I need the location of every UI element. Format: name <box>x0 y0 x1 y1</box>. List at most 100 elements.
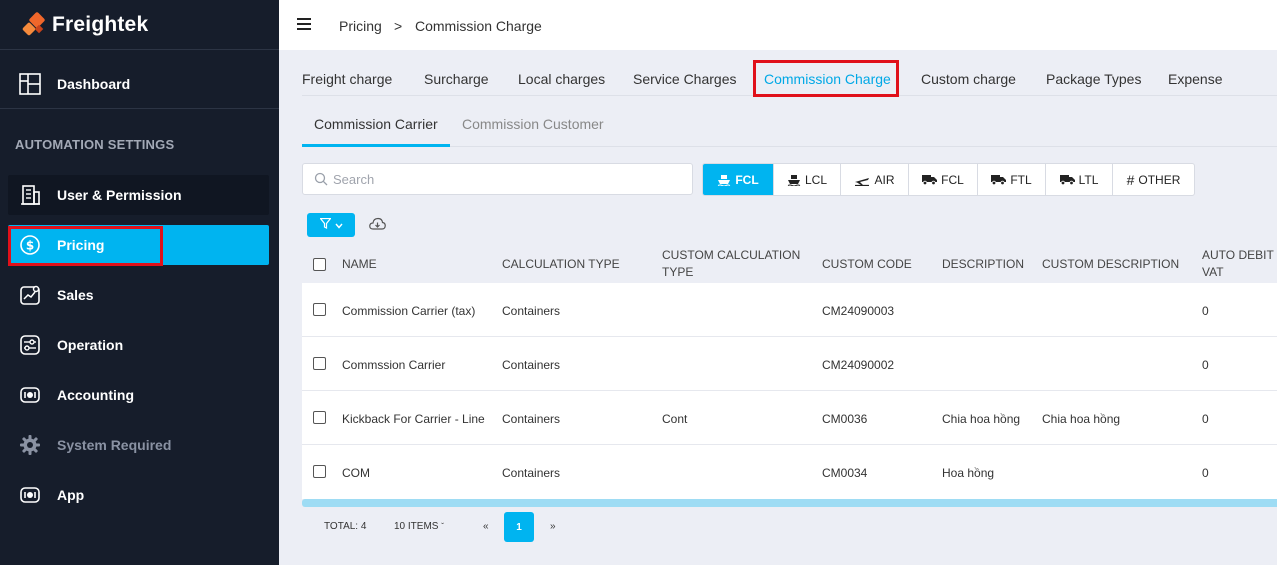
cell-description: Chia hoa hồng <box>942 412 1021 426</box>
chevron-down-icon <box>334 216 343 234</box>
ship-icon <box>717 174 731 186</box>
sidebar-item-dashboard[interactable]: Dashboard <box>8 64 269 104</box>
ship-icon <box>787 174 801 186</box>
cell-auto-debit-vat: 0 <box>1202 358 1209 372</box>
top-bar: Pricing > Commission Charge <box>279 0 1277 50</box>
breadcrumb-current: Commission Charge <box>415 18 542 34</box>
prev-page-button[interactable]: « <box>483 521 489 532</box>
row-divider <box>302 444 1277 445</box>
mode-fcl-sea[interactable]: FCL <box>703 164 774 195</box>
truck-icon <box>922 174 938 185</box>
page-button-current[interactable]: 1 <box>504 512 534 542</box>
select-all-checkbox[interactable] <box>313 258 326 271</box>
mode-air[interactable]: AIR <box>841 164 909 195</box>
column-header-custom-description[interactable]: CUSTOM DESCRIPTION <box>1042 256 1179 273</box>
cell-auto-debit-vat: 0 <box>1202 412 1209 426</box>
breadcrumb-parent[interactable]: Pricing <box>339 18 382 34</box>
tab-package-types[interactable]: Package Types <box>1046 71 1141 87</box>
cloud-download-icon[interactable] <box>369 217 386 231</box>
cell-custom-code: CM0034 <box>822 466 868 480</box>
column-header-description[interactable]: DESCRIPTION <box>942 256 1024 273</box>
sidebar-item-label: Accounting <box>57 387 134 403</box>
sidebar-item-label: Pricing <box>57 237 105 253</box>
cell-custom-code: CM24090002 <box>822 358 895 372</box>
sidebar-item-label: Sales <box>57 287 94 303</box>
row-checkbox[interactable] <box>313 303 326 316</box>
cell-custom-code: CM24090003 <box>822 304 895 318</box>
cell-name: COM <box>342 466 370 480</box>
column-header-calculation-type[interactable]: CALCULATION TYPE <box>502 256 620 273</box>
horizontal-scrollbar[interactable] <box>302 499 1277 507</box>
page-size-select[interactable]: 10 ITEMS ˇ <box>394 521 444 532</box>
filter-button[interactable] <box>307 213 355 237</box>
cell-custom-calculation-type: Cont <box>662 412 688 426</box>
sidebar-item-sales[interactable]: Sales <box>8 275 269 315</box>
cell-description: Hoa hồng <box>942 466 995 480</box>
accounting-icon <box>18 383 42 407</box>
subtab-commission-customer[interactable]: Commission Customer <box>462 116 604 132</box>
operation-icon <box>18 333 42 357</box>
cell-auto-debit-vat: 0 <box>1202 466 1209 480</box>
sidebar-item-label: Dashboard <box>57 76 131 92</box>
column-header-name[interactable]: NAME <box>342 256 377 273</box>
cell-calculation-type: Containers <box>502 412 561 426</box>
next-page-button[interactable]: » <box>550 521 556 532</box>
mode-lcl[interactable]: LCL <box>774 164 841 195</box>
cell-name: Kickback For Carrier - Line <box>342 412 485 426</box>
tab-local-charges[interactable]: Local charges <box>518 71 605 87</box>
sidebar-item-user-permission[interactable]: User & Permission <box>8 175 269 215</box>
sidebar-item-label: App <box>57 487 85 503</box>
svg-text:$: $ <box>26 239 34 253</box>
freightek-logo-icon <box>21 11 48 38</box>
cell-calculation-type: Containers <box>502 466 561 480</box>
cell-name: Commssion Carrier <box>342 358 446 372</box>
chevron-down-icon: ˇ <box>441 522 444 531</box>
brand[interactable]: Freightek <box>0 0 279 50</box>
sales-chart-icon <box>18 283 42 307</box>
sidebar-item-accounting[interactable]: Accounting <box>8 375 269 415</box>
tab-commission-charge[interactable]: Commission Charge <box>764 71 891 87</box>
sidebar-item-label: Operation <box>57 337 124 353</box>
truck-icon <box>1059 174 1075 185</box>
sidebar-item-app[interactable]: App <box>8 475 269 515</box>
search-icon <box>314 172 328 186</box>
mode-other[interactable]: # OTHER <box>1113 164 1194 195</box>
transport-mode-filter: FCL LCL AIR FCL FTL LTL # OTHER <box>702 163 1195 196</box>
cell-calculation-type: Containers <box>502 304 561 318</box>
subtab-commission-carrier[interactable]: Commission Carrier <box>314 116 438 132</box>
row-checkbox[interactable] <box>313 357 326 370</box>
sidebar-item-label: System Required <box>57 437 172 453</box>
total-count: TOTAL: 4 <box>324 521 367 532</box>
truck-icon <box>991 174 1007 185</box>
sidebar-section-title: AUTOMATION SETTINGS <box>15 137 175 152</box>
building-icon <box>18 183 42 207</box>
column-header-auto-debit-vat[interactable]: AUTO DEBIT VAT <box>1202 247 1274 281</box>
sidebar-divider <box>0 108 279 109</box>
sidebar-item-pricing[interactable]: $ Pricing <box>8 225 269 265</box>
row-checkbox[interactable] <box>313 465 326 478</box>
tabs-divider <box>302 95 1277 96</box>
sidebar-item-operation[interactable]: Operation <box>8 325 269 365</box>
mode-fcl-truck[interactable]: FCL <box>909 164 978 195</box>
cell-custom-code: CM0036 <box>822 412 868 426</box>
mode-ftl[interactable]: FTL <box>978 164 1046 195</box>
mode-ltl[interactable]: LTL <box>1046 164 1113 195</box>
sidebar-item-system-required[interactable]: System Required <box>8 425 269 465</box>
dashboard-icon <box>18 72 42 96</box>
tab-service-charges[interactable]: Service Charges <box>633 71 737 87</box>
brand-name: Freightek <box>52 12 149 36</box>
row-divider <box>302 336 1277 337</box>
cell-calculation-type: Containers <box>502 358 561 372</box>
tab-freight-charge[interactable]: Freight charge <box>302 71 392 87</box>
search-input[interactable] <box>333 165 683 193</box>
hash-icon: # <box>1126 171 1135 188</box>
tab-expense[interactable]: Expense <box>1168 71 1222 87</box>
row-checkbox[interactable] <box>313 411 326 424</box>
tab-custom-charge[interactable]: Custom charge <box>921 71 1016 87</box>
tab-surcharge[interactable]: Surcharge <box>424 71 489 87</box>
gear-icon <box>18 433 42 457</box>
hamburger-menu-icon[interactable] <box>297 18 311 30</box>
column-header-custom-code[interactable]: CUSTOM CODE <box>822 256 912 273</box>
column-header-custom-calculation-type[interactable]: CUSTOM CALCULATION TYPE <box>662 247 800 281</box>
cell-auto-debit-vat: 0 <box>1202 304 1209 318</box>
